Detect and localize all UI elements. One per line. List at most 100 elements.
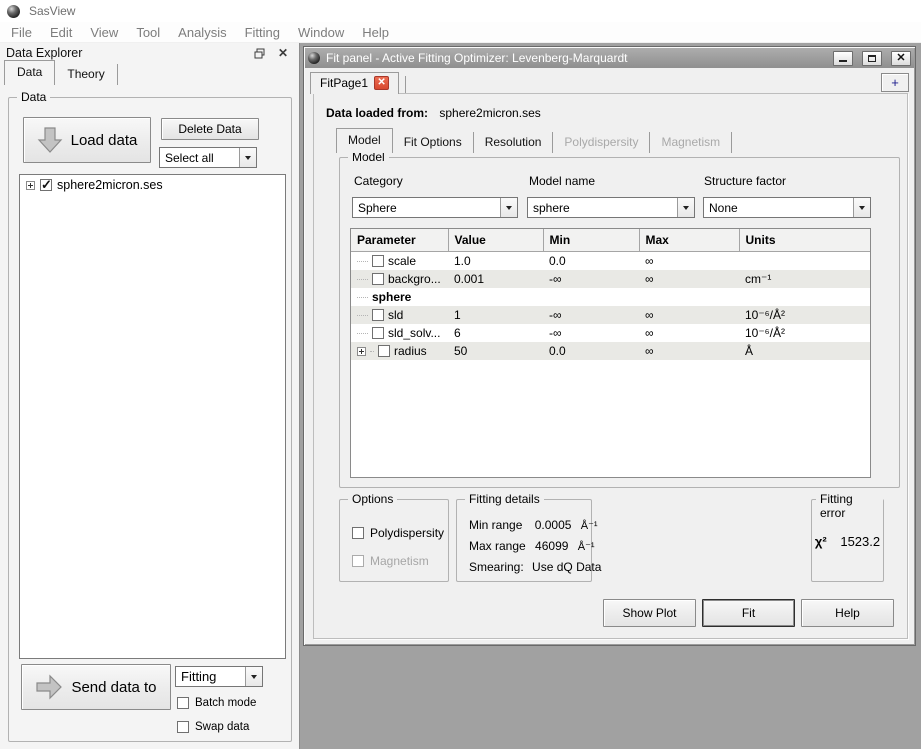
app-title: SasView [29, 4, 75, 18]
expand-plus-icon[interactable] [357, 347, 366, 356]
radius-max[interactable]: ∞ [639, 342, 739, 360]
tab-resolution[interactable]: Resolution [474, 132, 554, 153]
background-max[interactable]: ∞ [639, 270, 739, 288]
menu-help[interactable]: Help [353, 23, 398, 42]
close-fitpage-icon[interactable]: ✕ [374, 76, 389, 90]
swap-data-option[interactable]: Swap data [177, 721, 249, 733]
minimize-button[interactable] [833, 51, 853, 66]
menu-tool[interactable]: Tool [127, 23, 169, 42]
send-data-to-button[interactable]: Send data to [21, 664, 171, 710]
dock-float-icon[interactable] [251, 45, 267, 61]
sld-solvent-value[interactable]: 6 [448, 324, 543, 342]
chevron-down-icon[interactable] [853, 198, 870, 217]
chevron-down-icon[interactable] [500, 198, 517, 217]
scale-max[interactable]: ∞ [639, 252, 739, 271]
show-plot-button[interactable]: Show Plot [603, 599, 696, 627]
menu-view[interactable]: View [81, 23, 127, 42]
structure-factor-label: Structure factor [704, 174, 786, 188]
load-data-button[interactable]: Load data [23, 117, 151, 163]
data-explorer-dock: Data Explorer ✕ Data Theory Data Load da… [0, 43, 300, 749]
menu-analysis[interactable]: Analysis [169, 23, 235, 42]
add-fitpage-button[interactable]: + [881, 73, 909, 92]
tab-fitpage1[interactable]: FitPage1 ✕ [310, 72, 399, 94]
sld-solvent-checkbox[interactable] [372, 327, 384, 339]
polydispersity-option[interactable]: Polydispersity [352, 526, 444, 540]
table-row-radius: radius 50 0.0 ∞ Å [351, 342, 871, 360]
col-min[interactable]: Min [543, 229, 639, 252]
file-checkbox[interactable] [40, 179, 52, 191]
tab-separator [405, 76, 406, 94]
table-row-scale: scale 1.0 0.0 ∞ [351, 252, 871, 271]
dock-close-icon[interactable]: ✕ [275, 45, 291, 61]
batch-mode-option[interactable]: Batch mode [177, 697, 256, 709]
download-arrow-icon [37, 126, 63, 154]
select-all-combobox[interactable]: Select all [159, 147, 257, 168]
background-min[interactable]: -∞ [543, 270, 639, 288]
tab-theory[interactable]: Theory [55, 64, 117, 85]
background-checkbox[interactable] [372, 273, 384, 285]
maximize-button[interactable] [862, 51, 882, 66]
data-loaded-line: Data loaded from: sphere2micron.ses [326, 106, 541, 120]
table-row-sld: sld 1 -∞ ∞ 10⁻⁶/Å² [351, 306, 871, 324]
radius-value[interactable]: 50 [448, 342, 543, 360]
col-parameter[interactable]: Parameter [351, 229, 448, 252]
fit-panel-title: Fit panel - Active Fitting Optimizer: Le… [326, 51, 824, 65]
close-button[interactable]: ✕ [891, 51, 911, 66]
options-groupbox: Options Polydispersity Magnetism [339, 499, 449, 582]
smearing-row: Smearing: Use dQ Data [469, 560, 601, 574]
swap-data-checkbox[interactable] [177, 721, 189, 733]
sld-value[interactable]: 1 [448, 306, 543, 324]
send-target-combobox[interactable]: Fitting [175, 666, 263, 687]
col-value[interactable]: Value [448, 229, 543, 252]
radius-checkbox[interactable] [378, 345, 390, 357]
scale-min[interactable]: 0.0 [543, 252, 639, 271]
menubar: File Edit View Tool Analysis Fitting Win… [0, 22, 921, 43]
fit-button[interactable]: Fit [702, 599, 795, 627]
tab-data[interactable]: Data [4, 60, 55, 85]
sld-solvent-max[interactable]: ∞ [639, 324, 739, 342]
category-combobox[interactable]: Sphere [352, 197, 518, 218]
category-label: Category [354, 174, 403, 188]
chevron-down-icon[interactable] [239, 148, 256, 167]
data-loaded-value: sphere2micron.ses [439, 106, 540, 120]
delete-data-button[interactable]: Delete Data [161, 118, 259, 140]
table-row-sld-solvent: sld_solv... 6 -∞ ∞ 10⁻⁶/Å² [351, 324, 871, 342]
select-all-value: Select all [160, 148, 239, 167]
scale-units [739, 252, 871, 271]
tree-item-sphere2micron[interactable]: sphere2micron.ses [20, 175, 285, 192]
background-value[interactable]: 0.001 [448, 270, 543, 288]
menu-edit[interactable]: Edit [41, 23, 81, 42]
tab-fit-options[interactable]: Fit Options [393, 132, 474, 153]
structure-factor-combobox[interactable]: None [703, 197, 871, 218]
chevron-down-icon[interactable] [677, 198, 694, 217]
sld-min[interactable]: -∞ [543, 306, 639, 324]
data-file-tree[interactable]: sphere2micron.ses [19, 174, 286, 659]
sld-solvent-min[interactable]: -∞ [543, 324, 639, 342]
help-button[interactable]: Help [801, 599, 894, 627]
col-max[interactable]: Max [639, 229, 739, 252]
col-units[interactable]: Units [739, 229, 871, 252]
chevron-down-icon[interactable] [245, 667, 262, 686]
sld-max[interactable]: ∞ [639, 306, 739, 324]
polydispersity-checkbox[interactable] [352, 527, 364, 539]
radius-min[interactable]: 0.0 [543, 342, 639, 360]
model-name-combobox[interactable]: sphere [527, 197, 695, 218]
parameter-table[interactable]: Parameter Value Min Max Units scale 1.0 … [350, 228, 871, 478]
chi-squared-value: 1523.2 [840, 534, 880, 549]
menu-fitting[interactable]: Fitting [236, 23, 289, 42]
app-titlebar: SasView [0, 0, 921, 22]
menu-file[interactable]: File [2, 23, 41, 42]
fit-panel-titlebar[interactable]: Fit panel - Active Fitting Optimizer: Le… [305, 48, 914, 68]
scale-value[interactable]: 1.0 [448, 252, 543, 271]
fitpage-subtabs: Model Fit Options Resolution Polydispers… [336, 130, 732, 153]
max-range-value: 46099 [535, 539, 568, 553]
sld-checkbox[interactable] [372, 309, 384, 321]
tab-model[interactable]: Model [336, 128, 393, 153]
expand-plus-icon[interactable] [26, 181, 35, 190]
batch-mode-checkbox[interactable] [177, 697, 189, 709]
magnetism-label: Magnetism [370, 554, 429, 568]
structure-factor-value: None [704, 198, 853, 217]
scale-checkbox[interactable] [372, 255, 384, 267]
max-range-unit: Å⁻¹ [578, 541, 595, 553]
menu-window[interactable]: Window [289, 23, 353, 42]
